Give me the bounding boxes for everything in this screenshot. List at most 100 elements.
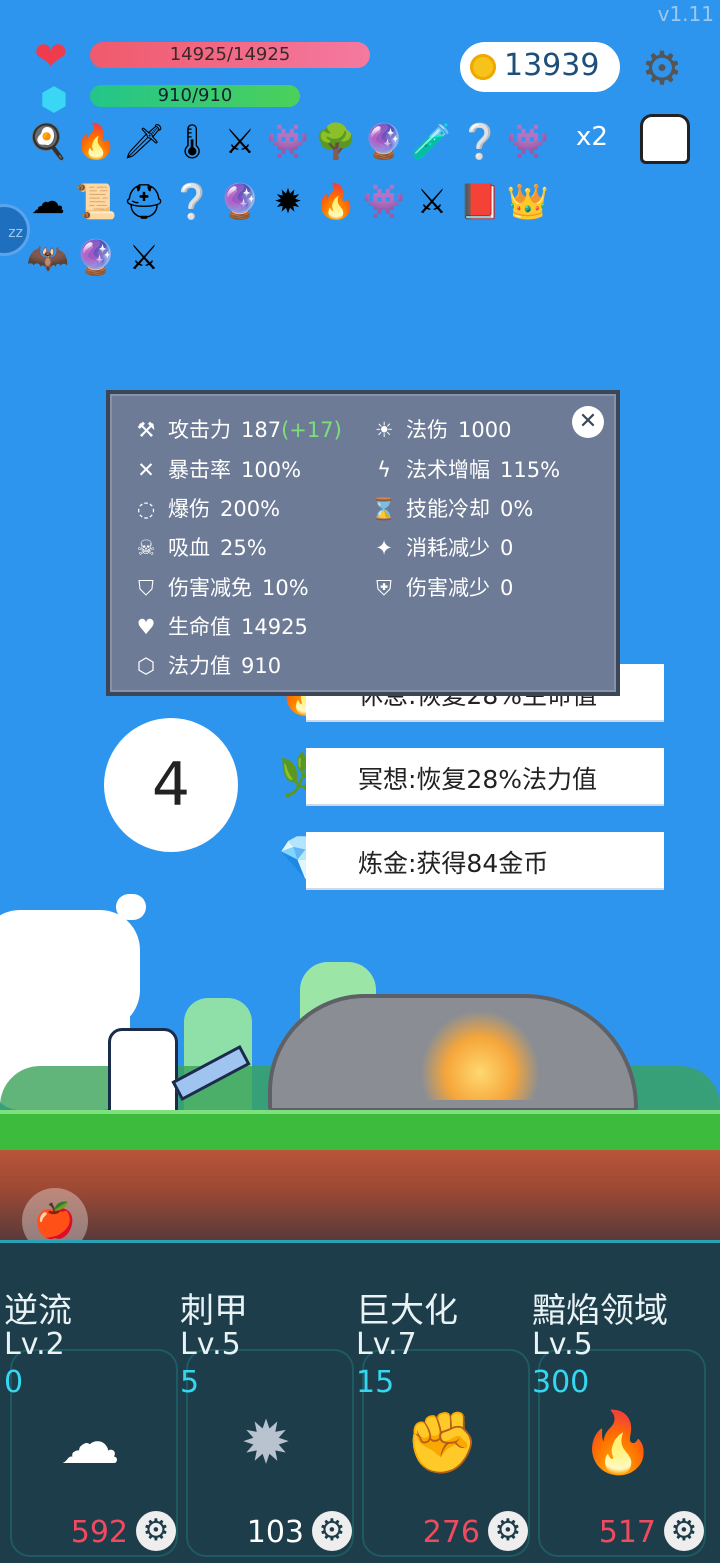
burst-icon: ◌ xyxy=(136,497,156,521)
stat-value: 910 xyxy=(241,654,282,678)
stat-value: 10% xyxy=(262,576,309,600)
hook-icon[interactable]: ❔ xyxy=(168,178,216,226)
sword-icon[interactable]: ⚔ xyxy=(120,234,168,282)
stat-label: 法术增幅 xyxy=(406,458,490,482)
stat-label: 消耗减少 xyxy=(406,536,490,560)
multiplier-label: x2 xyxy=(576,122,608,152)
magic-wand-icon: ✦ xyxy=(375,536,393,560)
crystal-ball-icon[interactable]: 🔮 xyxy=(360,118,408,166)
crystal-ball-icon[interactable]: 🔮 xyxy=(216,178,264,226)
ghost-pet-icon[interactable] xyxy=(640,114,690,164)
dirt-ground xyxy=(0,1150,720,1240)
blue-potion-icon[interactable]: 🧪 xyxy=(408,118,456,166)
skill-cost: 0 xyxy=(4,1365,24,1400)
skill-card-4[interactable]: 黯焰领域 Lv.5 300 🔥 517 ⚙ xyxy=(528,1243,706,1563)
crown-icon[interactable]: 👑 xyxy=(504,178,552,226)
turn-counter: 4 xyxy=(104,718,238,852)
dagger-icon[interactable]: 🗡 xyxy=(120,118,168,166)
stat-value: 0 xyxy=(500,536,514,560)
settings-gear-icon[interactable]: ⚙ xyxy=(638,44,686,92)
stat-label: 攻击力 xyxy=(168,418,231,442)
upgrade-gear-icon[interactable]: ⚙ xyxy=(488,1511,528,1551)
torch-icon[interactable]: 🔥 xyxy=(72,118,120,166)
skill-name: 逆流 xyxy=(4,1291,72,1331)
skill-card-1[interactable]: 逆流 Lv.2 0 ☁ 592 ⚙ xyxy=(0,1243,178,1563)
stat-spell-damage: ☀ 法伤 1000 xyxy=(368,414,512,444)
skull-book-icon[interactable]: 📕 xyxy=(456,178,504,226)
skill-level: Lv.2 xyxy=(4,1327,65,1362)
stat-crit-damage: ◌ 爆伤 200% xyxy=(130,493,280,523)
shield-icon: ⛉ xyxy=(138,576,154,600)
thermometer-icon[interactable]: 🌡 xyxy=(168,118,216,166)
stat-hp: ♥ 生命值 14925 xyxy=(130,611,308,641)
skill-cost: 15 xyxy=(356,1365,395,1400)
stat-value: 25% xyxy=(220,536,267,560)
upgrade-gear-icon[interactable]: ⚙ xyxy=(312,1511,352,1551)
grass-ground xyxy=(0,1110,720,1154)
gold-amount: 13939 xyxy=(504,48,600,83)
skill-upgrade-price: 103 xyxy=(246,1515,304,1550)
skill-level: Lv.7 xyxy=(356,1327,417,1362)
hero-character xyxy=(108,1028,178,1116)
shield-heart-icon: ⛨ xyxy=(376,576,392,600)
flame-icon[interactable]: 🔥 xyxy=(312,178,360,226)
skill-card-3[interactable]: 巨大化 Lv.7 15 ✊ 276 ⚙ xyxy=(352,1243,530,1563)
stat-mp: ⬡ 法力值 910 xyxy=(130,650,281,680)
hourglass-icon: ⌛ xyxy=(370,497,398,521)
mace-icon: ✹ xyxy=(240,1408,292,1478)
skill-upgrade-price: 276 xyxy=(422,1515,480,1550)
stat-label: 生命值 xyxy=(168,615,231,639)
hook-icon[interactable]: ❔ xyxy=(456,118,504,166)
axe-icon: ⚒ xyxy=(136,418,156,442)
lightning-icon: ϟ xyxy=(377,458,391,482)
spiked-mace-icon[interactable]: ✹ xyxy=(264,178,312,226)
upgrade-gear-icon[interactable]: ⚙ xyxy=(664,1511,704,1551)
gem-icon: ⬡ xyxy=(136,654,156,678)
crystal-ball-icon[interactable]: 🔮 xyxy=(72,234,120,282)
choice-meditate[interactable]: 冥想:恢复28%法力值 xyxy=(306,748,664,804)
egg-icon[interactable]: 🍳 xyxy=(24,118,72,166)
skill-upgrade-price: 517 xyxy=(598,1515,656,1550)
stat-label: 技能冷却 xyxy=(406,497,490,521)
skill-upgrade-price: 592 xyxy=(70,1515,128,1550)
stat-value: 115% xyxy=(500,458,561,482)
skill-level: Lv.5 xyxy=(180,1327,241,1362)
skill-cost: 5 xyxy=(180,1365,200,1400)
stat-value: 0% xyxy=(500,497,534,521)
upgrade-gear-icon[interactable]: ⚙ xyxy=(136,1511,176,1551)
choice-alchemy-text: 炼金:获得84金币 xyxy=(358,849,549,878)
sword-icon[interactable]: ⚔ xyxy=(408,178,456,226)
skill-name: 黯焰领域 xyxy=(532,1291,668,1331)
skill-level: Lv.5 xyxy=(532,1327,593,1362)
coin-icon xyxy=(470,54,496,80)
mana-crystal-icon: ⬢ xyxy=(40,80,68,118)
stat-label: 伤害减免 xyxy=(168,576,252,600)
skull-icon: ☠ xyxy=(136,536,156,560)
skill-card-2[interactable]: 刺甲 Lv.5 5 ✹ 103 ⚙ xyxy=(176,1243,354,1563)
stat-label: 法伤 xyxy=(406,418,448,442)
angel-wing-icon[interactable]: ☁ xyxy=(24,178,72,226)
close-button[interactable]: ✕ xyxy=(572,406,604,438)
tree-icon[interactable]: 🌳 xyxy=(312,118,360,166)
stat-label: 法力值 xyxy=(168,654,231,678)
inventory-row-2: ☁ 📜 ⛑ ❔ 🔮 ✹ 🔥 👾 ⚔ 📕 👑 xyxy=(24,178,584,226)
stat-label: 暴击率 xyxy=(168,458,231,482)
stat-damage-reduction-flat: ⛨ 伤害减少 0 xyxy=(368,572,513,602)
sword-icon[interactable]: ⚔ xyxy=(216,118,264,166)
stat-bonus: (+17) xyxy=(281,418,342,442)
green-slime-icon[interactable]: 👾 xyxy=(504,118,552,166)
green-slime-icon[interactable]: 👾 xyxy=(360,178,408,226)
choice-alchemy[interactable]: 炼金:获得84金币 xyxy=(306,832,664,888)
knight-helmet-icon[interactable]: ⛑ xyxy=(120,178,168,226)
version-label: v1.11 xyxy=(657,2,714,26)
stat-value: 100% xyxy=(241,458,302,482)
bat-icon[interactable]: 🦇 xyxy=(24,234,72,282)
stat-damage-reduction-pct: ⛉ 伤害减免 10% xyxy=(130,572,309,602)
scroll-icon[interactable]: 📜 xyxy=(72,178,120,226)
stat-crit-rate: ✕ 暴击率 100% xyxy=(130,454,301,484)
stats-panel: ✕ ⚒ 攻击力 187(+17) ✕ 暴击率 100% ◌ 爆伤 200% ☠ 吸血 25% ⛉… xyxy=(106,390,620,696)
stat-cooldown: ⌛ 技能冷却 0% xyxy=(368,493,533,523)
green-slime-icon[interactable]: 👾 xyxy=(264,118,312,166)
stat-value: 187 xyxy=(241,418,282,442)
stat-value: 0 xyxy=(500,576,514,600)
